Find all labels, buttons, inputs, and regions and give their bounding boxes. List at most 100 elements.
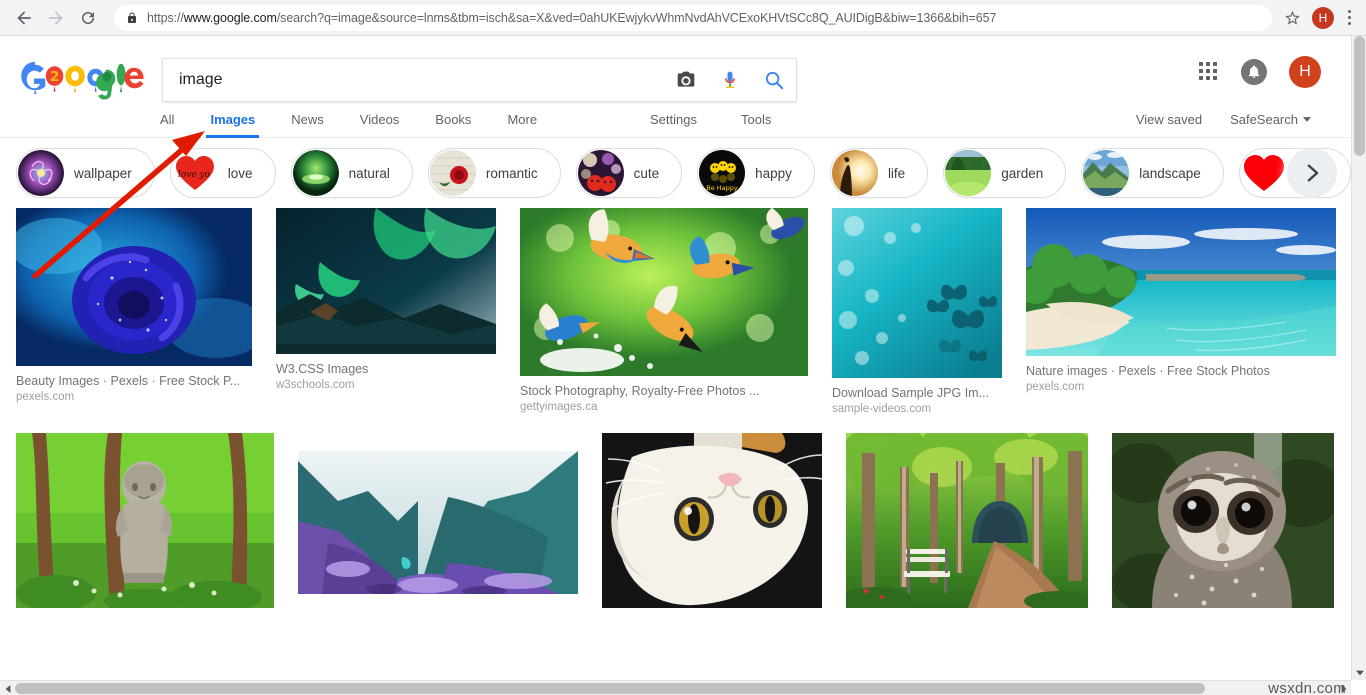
image-result[interactable]: [298, 451, 578, 594]
address-bar[interactable]: https://www.google.com/search?q=image&so…: [114, 4, 1272, 31]
image-result[interactable]: W3.CSS Images w3schools.com: [276, 208, 496, 391]
image-result[interactable]: [602, 433, 822, 608]
tab-all[interactable]: All: [160, 101, 174, 137]
chip-natural[interactable]: natural: [290, 148, 413, 198]
google-header: 2 image H: [0, 36, 1351, 102]
notifications-bell-icon: [1248, 65, 1260, 78]
teal-butterflies-thumb[interactable]: [832, 208, 1002, 378]
scroll-down-button[interactable]: [1352, 665, 1366, 680]
camera-search-button[interactable]: [664, 58, 708, 102]
star-icon: [1284, 10, 1300, 25]
chips-scroll-right-button[interactable]: [1287, 148, 1337, 198]
google-apps-button[interactable]: [1199, 62, 1219, 82]
search-input[interactable]: [163, 71, 664, 89]
tab-news[interactable]: News: [291, 101, 324, 137]
back-button[interactable]: [10, 4, 38, 32]
kebab-menu-icon: [1347, 10, 1351, 13]
google-apps-grid-icon: [1199, 62, 1203, 66]
chip-label: garden: [1001, 165, 1044, 181]
result-site: gettyimages.ca: [520, 401, 598, 413]
result-title[interactable]: Stock Photography, Royalty-Free Photos .…: [520, 384, 808, 398]
chip-garden[interactable]: garden: [943, 148, 1067, 198]
search-tabs-right: View saved SafeSearch: [1136, 112, 1311, 127]
search-icon: [765, 71, 784, 90]
tools-link[interactable]: Tools: [741, 112, 771, 127]
chip-label: natural: [348, 165, 390, 181]
search-tools-links: Settings Tools: [650, 112, 771, 127]
image-results-row-2: [16, 433, 1335, 608]
chrome-menu-button[interactable]: [1340, 6, 1358, 30]
chip-label: wallpaper: [74, 165, 132, 181]
owl-closeup-thumb[interactable]: [1112, 433, 1334, 608]
chip-happy[interactable]: Be Happy happy: [697, 148, 815, 198]
view-saved-link[interactable]: View saved: [1136, 112, 1202, 127]
result-title[interactable]: Beauty Images · Pexels · Free Stock P...: [16, 374, 252, 388]
forest-path-bench-thumb[interactable]: [846, 433, 1088, 608]
google-images-page: 2 image H All Images News Videos Books M…: [0, 36, 1351, 680]
chip-label: life: [887, 165, 906, 181]
safesearch-dropdown[interactable]: SafeSearch: [1230, 112, 1311, 127]
white-cat-upside-down-thumb[interactable]: [602, 433, 822, 608]
tab-more[interactable]: More: [507, 101, 537, 137]
tab-videos[interactable]: Videos: [360, 101, 400, 137]
reload-button[interactable]: [74, 4, 102, 32]
chip-landscape[interactable]: landscape: [1081, 148, 1224, 198]
image-result[interactable]: Beauty Images · Pexels · Free Stock P...…: [16, 208, 252, 403]
aurora-borealis-thumb[interactable]: [276, 208, 496, 354]
result-site: pexels.com: [1026, 381, 1085, 393]
voice-search-button[interactable]: [708, 58, 752, 102]
result-title[interactable]: W3.CSS Images: [276, 362, 496, 376]
horizontal-scrollbar-thumb[interactable]: [15, 683, 1205, 694]
image-result[interactable]: [846, 433, 1088, 608]
image-results: Beauty Images · Pexels · Free Stock P...…: [0, 208, 1351, 608]
kingfisher-birds-thumb[interactable]: [520, 208, 808, 376]
image-result[interactable]: Stock Photography, Royalty-Free Photos .…: [520, 208, 808, 413]
reload-icon: [82, 11, 94, 24]
watermark: wsxdn.com: [1268, 680, 1346, 695]
image-result[interactable]: Download Sample JPG Im... sample-videos.…: [832, 208, 1002, 415]
blue-rose-with-dew-thumb[interactable]: [16, 208, 252, 366]
tab-images[interactable]: Images: [206, 101, 260, 138]
google-doodle-logo[interactable]: 2: [14, 55, 144, 100]
back-arrow-icon: [17, 10, 31, 25]
search-box[interactable]: [162, 58, 797, 102]
result-title[interactable]: Download Sample JPG Im...: [832, 386, 1002, 400]
chip-life[interactable]: life: [829, 148, 929, 198]
garden-cherub-statue-thumb[interactable]: [16, 433, 274, 608]
tab-books[interactable]: Books: [435, 101, 471, 137]
settings-link[interactable]: Settings: [650, 112, 697, 127]
red-heart-love-you-thumb: love yo: [171, 150, 218, 196]
vertical-scrollbar[interactable]: [1351, 36, 1366, 680]
horizontal-scrollbar[interactable]: [0, 680, 1351, 695]
url-path: /search?q=image&source=lnms&tbm=isch&sa=…: [276, 10, 997, 25]
red-rose-on-lace-thumb: [429, 150, 476, 196]
url-host: www.google.com: [183, 10, 277, 25]
chip-label: happy: [755, 165, 792, 181]
image-result[interactable]: Nature images · Pexels · Free Stock Phot…: [1026, 208, 1336, 393]
tropical-beach-thumb[interactable]: [1026, 208, 1336, 356]
svg-text:Be Happy: Be Happy: [706, 184, 738, 192]
red-heart-thumb: [1240, 150, 1287, 196]
url-scheme: https://: [147, 10, 184, 25]
forward-button[interactable]: [42, 4, 70, 32]
svg-text:2: 2: [50, 69, 60, 85]
google-account-avatar[interactable]: H: [1289, 56, 1321, 88]
image-result[interactable]: [1112, 433, 1334, 608]
lavender-valley-thumb[interactable]: [298, 451, 578, 594]
chip-wallpaper[interactable]: wallpaper: [16, 148, 155, 198]
chrome-profile-avatar[interactable]: H: [1312, 6, 1334, 29]
scroll-left-button[interactable]: [0, 681, 15, 695]
image-result[interactable]: [16, 433, 274, 608]
camera-search-icon: [677, 71, 695, 87]
caret-down-icon: [1355, 670, 1364, 675]
chip-love[interactable]: love yo love: [169, 148, 276, 198]
vertical-scrollbar-thumb[interactable]: [1354, 36, 1365, 156]
chip-cute[interactable]: cute: [575, 148, 683, 198]
related-searches-chips-bar: wallpaper love yo love natural romantic …: [0, 138, 1351, 208]
chip-romantic[interactable]: romantic: [427, 148, 561, 198]
search-submit-button[interactable]: [752, 58, 796, 102]
result-title[interactable]: Nature images · Pexels · Free Stock Phot…: [1026, 364, 1336, 378]
bookmark-button[interactable]: [1280, 6, 1304, 30]
notifications-button[interactable]: [1241, 59, 1267, 85]
chevron-right-icon: [1307, 164, 1319, 182]
